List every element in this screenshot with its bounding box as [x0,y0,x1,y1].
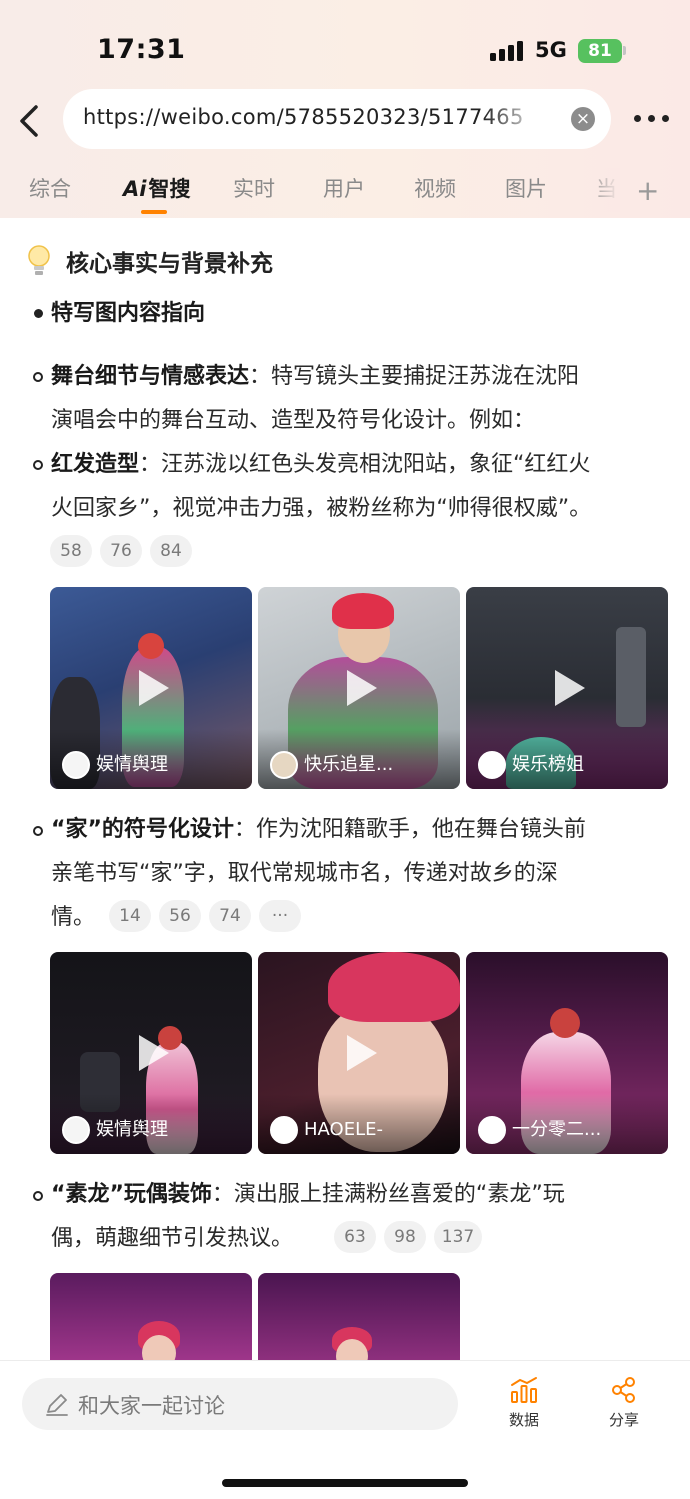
author-avatar [478,751,506,779]
discuss-placeholder: 和大家一起讨论 [78,1394,225,1418]
close-icon: × [575,109,591,129]
url-text[interactable]: https://weibo.com/5785520323/5177465 [83,105,523,129]
video-author: 娱情舆理 [96,754,168,775]
plus-icon[interactable]: + [636,174,659,207]
bottom-bar: 和大家一起讨论 数据 分享 [0,1360,690,1499]
reference-chip[interactable]: 63 [334,1221,376,1253]
reference-chip[interactable]: 14 [109,900,151,932]
video-thumbnail[interactable]: HAOELE- [258,952,460,1154]
item-stage-detail-line2: 演唱会中的舞台互动、造型及符号化设计。例如： [51,408,536,433]
author-avatar [478,1116,506,1144]
back-button[interactable] [14,101,44,141]
data-button[interactable]: 数据 [494,1375,554,1435]
tab-ai-search-label: 智搜 [148,177,191,201]
tab-video[interactable]: 视频 [414,173,456,203]
lightbulb-icon [28,245,50,275]
video-author: 娱乐榜姐 [512,754,584,775]
active-tab-indicator [141,210,167,214]
bar-chart-icon [511,1377,537,1403]
play-icon [341,1035,377,1071]
section-title: 核心事实与背景补充 [66,251,273,277]
network-type: 5G [535,38,567,62]
tabs-fade [585,168,620,212]
item-stage-detail-line1: 舞台细节与情感表达：特写镜头主要捕捉汪苏泷在沈阳 [51,364,580,389]
performer-hair [328,952,460,1022]
video-thumbnail[interactable] [258,1273,460,1360]
reference-chip[interactable]: 76 [100,535,142,567]
share-button[interactable]: 分享 [594,1375,654,1435]
video-author: 快乐追星... [304,754,394,775]
bullet-icon [34,309,43,318]
share-label: 分享 [608,1411,639,1429]
url-fade [483,99,543,139]
video-thumbnail[interactable]: 娱情舆理 [50,952,252,1154]
discuss-input[interactable]: 和大家一起讨论 [22,1378,458,1430]
url-bar[interactable]: https://weibo.com/5785520323/5177465 × [63,89,611,149]
video-author: 娱情舆理 [96,1119,168,1140]
video-thumbnail[interactable]: 一分零二... [466,952,668,1154]
tab-realtime[interactable]: 实时 [233,173,275,203]
stage-structure [616,627,646,727]
ai-answer-content: 核心事实与背景补充 特写图内容指向 舞台细节与情感表达：特写镜头主要捕捉汪苏泷在… [0,218,690,1360]
item-dragon-doll-line2: 偶，萌趣细节引发热议。 [51,1226,294,1251]
status-time: 17:31 [97,34,186,65]
sub-bullet-icon [33,372,43,382]
performer-hair [332,593,394,629]
video-thumbnail[interactable]: 快乐追星... [258,587,460,789]
reference-chip[interactable]: 74 [209,900,251,932]
author-avatar [270,751,298,779]
battery-tip [623,46,626,55]
signal-icon [490,41,524,61]
video-thumbnail[interactable]: 娱乐榜姐 [466,587,668,789]
status-bar: 17:31 5G 81 [0,0,690,92]
item-dragon-doll-line1: “素龙”玩偶装饰：演出服上挂满粉丝喜爱的“素龙”玩 [51,1182,565,1207]
pencil-icon [46,1394,68,1416]
share-icon [612,1377,635,1403]
video-thumbnail[interactable]: 娱情舆理 [50,587,252,789]
battery-icon: 81 [578,39,622,63]
reference-chip[interactable]: 137 [434,1221,482,1253]
item-home-symbol-line3: 情。 [51,905,96,930]
sub-bullet-icon [33,826,43,836]
tab-users[interactable]: 用户 [323,173,365,203]
item-home-symbol-line2: 亲笔书写“家”字，取代常规城市名，传递对故乡的深 [51,861,558,886]
reference-chip[interactable]: 98 [384,1221,426,1253]
more-options-button[interactable] [632,108,672,128]
play-icon [341,670,377,706]
video-author: HAOELE- [304,1119,383,1140]
reference-chip[interactable]: 56 [159,900,201,932]
reference-chip[interactable]: 58 [50,535,92,567]
tab-general[interactable]: 综合 [29,173,71,203]
play-icon [133,1035,169,1071]
play-icon [549,670,585,706]
performer-head [550,1008,580,1038]
author-avatar [270,1116,298,1144]
performer-head [138,633,164,659]
tab-images[interactable]: 图片 [505,173,547,203]
item-red-hair-line1: 红发造型：汪苏泷以红色头发亮相沈阳站，象征“红红火 [51,452,591,477]
item-red-hair-line2: 火回家乡”，视觉冲击力强，被粉丝称为“帅得很权威”。 [51,496,592,521]
chevron-left-icon [20,105,38,137]
video-author: 一分零二... [512,1119,602,1140]
data-label: 数据 [508,1411,539,1429]
play-icon [133,670,169,706]
tab-ai-search[interactable]: Ai智搜 [123,173,190,203]
author-avatar [62,751,90,779]
more-references-button[interactable]: ··· [259,900,301,932]
sub-bullet-icon [33,1191,43,1201]
clear-url-button[interactable]: × [571,107,595,131]
item-home-symbol-line1: “家”的符号化设计：作为沈阳籍歌手，他在舞台镜头前 [51,817,586,842]
sub-bullet-icon [33,460,43,470]
reference-chip[interactable]: 84 [150,535,192,567]
author-avatar [62,1116,90,1144]
ai-logo-icon: Ai [123,177,147,201]
point-title: 特写图内容指向 [51,301,206,326]
video-thumbnail[interactable] [50,1273,252,1360]
home-indicator[interactable] [222,1479,468,1487]
